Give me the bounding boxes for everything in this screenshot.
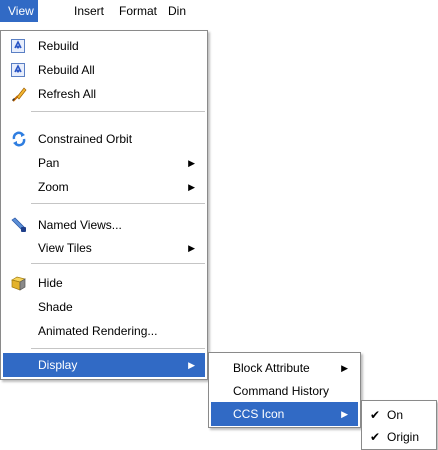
hide-icon xyxy=(11,275,27,291)
submenu-arrow-icon: ▶ xyxy=(188,158,195,168)
display-submenu: Block Attribute ▶ Command History CCS Ic… xyxy=(208,352,361,428)
menu-item-label: Origin xyxy=(387,430,420,444)
menu-separator xyxy=(31,203,205,204)
view-menu: Rebuild Rebuild All Refresh All Constrai… xyxy=(0,30,208,380)
menu-item-hide[interactable]: Hide xyxy=(3,271,205,295)
menu-item-label: View Tiles xyxy=(38,241,92,255)
menu-item-label: Rebuild xyxy=(38,39,79,53)
menu-item-zoom[interactable]: Zoom ▶ xyxy=(3,175,205,199)
menu-item-label: Rebuild All xyxy=(38,63,95,77)
menu-item-label: Pan xyxy=(38,156,60,170)
menu-item-rebuild[interactable]: Rebuild xyxy=(3,34,205,58)
submenu-arrow-icon: ▶ xyxy=(188,182,195,192)
ccs-icon-submenu: ✔ On ✔ Origin xyxy=(361,400,437,450)
menu-item-on[interactable]: ✔ On xyxy=(364,403,434,427)
menu-item-label: Named Views... xyxy=(38,218,122,232)
menu-item-label: On xyxy=(387,408,404,422)
menu-item-animated-rendering[interactable]: Animated Rendering... xyxy=(3,319,205,343)
menu-item-label: Shade xyxy=(38,300,73,314)
menu-item-command-history[interactable]: Command History xyxy=(211,379,358,403)
menu-item-origin[interactable]: ✔ Origin xyxy=(364,425,434,449)
menu-separator xyxy=(31,111,205,112)
orbit-icon xyxy=(11,131,27,147)
menu-item-label: Hide xyxy=(38,276,63,290)
menu-separator xyxy=(31,348,205,349)
menu-item-pan[interactable]: Pan ▶ xyxy=(3,151,205,175)
menu-item-label: Display xyxy=(38,358,78,372)
menu-item-label: Block Attribute xyxy=(233,361,310,375)
menu-bar: View Insert Format Din xyxy=(0,0,300,22)
submenu-arrow-icon: ▶ xyxy=(341,363,348,373)
menu-item-display[interactable]: Display ▶ xyxy=(3,353,205,377)
menu-format[interactable]: Format xyxy=(111,0,165,22)
menu-insert[interactable]: Insert xyxy=(66,0,112,22)
submenu-arrow-icon: ▶ xyxy=(188,243,195,253)
rebuild-icon xyxy=(11,38,27,54)
menu-item-label: Command History xyxy=(233,384,330,398)
submenu-arrow-icon: ▶ xyxy=(341,409,348,419)
menu-item-label: Constrained Orbit xyxy=(38,132,133,146)
menu-item-rebuild-all[interactable]: Rebuild All xyxy=(3,58,205,82)
menu-item-named-views[interactable]: Named Views... xyxy=(3,213,205,237)
menu-item-block-attribute[interactable]: Block Attribute ▶ xyxy=(211,356,358,380)
menu-view[interactable]: View xyxy=(0,0,38,22)
menu-item-refresh-all[interactable]: Refresh All xyxy=(3,82,205,106)
menu-item-constrained-orbit[interactable]: Constrained Orbit xyxy=(3,127,205,151)
menu-item-ccs-icon[interactable]: CCS Icon ▶ xyxy=(211,402,358,426)
menu-separator xyxy=(31,263,205,264)
refresh-all-icon xyxy=(11,86,27,102)
menu-item-view-tiles[interactable]: View Tiles ▶ xyxy=(3,236,205,260)
checkmark-icon: ✔ xyxy=(370,408,381,422)
rebuild-all-icon xyxy=(11,62,27,78)
menu-item-label: Refresh All xyxy=(38,87,97,101)
submenu-arrow-icon: ▶ xyxy=(188,360,195,370)
checkmark-icon: ✔ xyxy=(370,430,381,444)
menu-item-label: CCS Icon xyxy=(233,407,285,421)
menu-item-label: Zoom xyxy=(38,180,69,194)
menu-item-label: Animated Rendering... xyxy=(38,324,158,338)
menu-din[interactable]: Din xyxy=(160,0,194,22)
named-views-icon xyxy=(11,217,27,233)
menu-item-shade[interactable]: Shade xyxy=(3,295,205,319)
